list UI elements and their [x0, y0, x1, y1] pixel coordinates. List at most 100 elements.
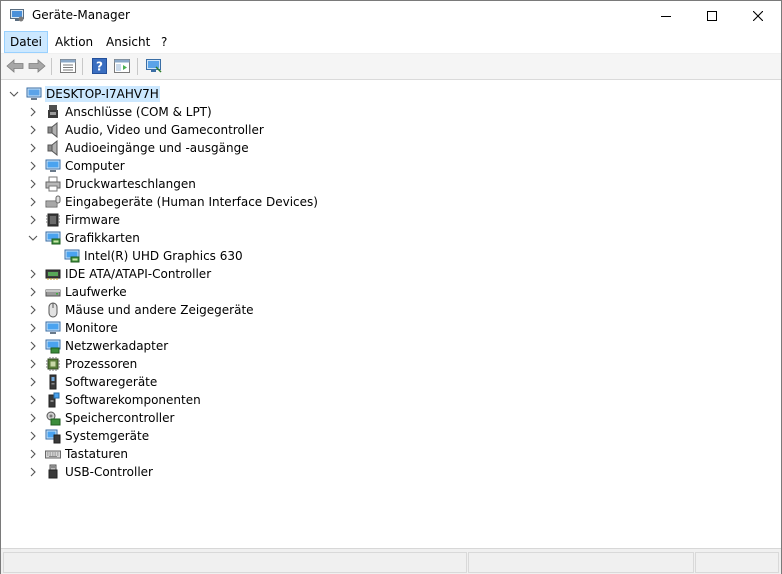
tree-category-node[interactable]: Monitore: [1, 319, 781, 337]
tree-category-node[interactable]: Grafikkarten: [1, 229, 781, 247]
menu-aktion[interactable]: Aktion: [50, 32, 98, 52]
tree-category-node[interactable]: Audioeingänge und -ausgänge: [1, 139, 781, 157]
expand-toggle[interactable]: [28, 467, 38, 477]
properties-button[interactable]: [58, 57, 78, 75]
device-tree[interactable]: DESKTOP-I7AHV7H Anschlüsse (COM & LPT) Aud…: [1, 80, 781, 548]
back-arrow-icon: [6, 59, 24, 73]
computer-icon: [26, 87, 42, 100]
tree-category-node[interactable]: Prozessoren: [1, 355, 781, 373]
expand-toggle[interactable]: [28, 287, 38, 297]
mouse-icon: [48, 302, 58, 318]
status-pane-middle: [468, 552, 694, 573]
node-icon: [45, 410, 61, 426]
tree-category-node[interactable]: Softwaregeräte: [1, 373, 781, 391]
node-label: Systemgeräte: [65, 429, 150, 443]
chevron-right-icon: [30, 269, 36, 279]
node-label: Computer: [65, 159, 125, 173]
collapse-toggle[interactable]: [9, 89, 19, 99]
expand-toggle[interactable]: [28, 395, 38, 405]
menu-ansicht[interactable]: Ansicht: [101, 32, 155, 52]
monitor-icon: [45, 321, 61, 334]
tree-category-node[interactable]: Eingabegeräte (Human Interface Devices): [1, 193, 781, 211]
expand-toggle[interactable]: [28, 107, 38, 117]
node-label: Eingabegeräte (Human Interface Devices): [65, 195, 318, 209]
expand-toggle[interactable]: [28, 449, 38, 459]
node-icon: [45, 266, 61, 282]
node-label: Softwaregeräte: [65, 375, 158, 389]
node-icon: [45, 464, 61, 480]
tree-device-node[interactable]: Intel(R) UHD Graphics 630: [1, 247, 781, 265]
tree-category-node[interactable]: Speichercontroller: [1, 409, 781, 427]
minimize-button[interactable]: [643, 1, 689, 31]
tree-category-node[interactable]: Mäuse und andere Zeigegeräte: [1, 301, 781, 319]
tree-category-node[interactable]: IDE ATA/ATAPI-Controller: [1, 265, 781, 283]
status-pane-right: [695, 552, 779, 573]
node-icon: [45, 374, 61, 390]
node-label: Audio, Video und Gamecontroller: [65, 123, 264, 137]
chevron-right-icon: [30, 431, 36, 441]
network-adapter-icon: [45, 339, 61, 354]
monitor-icon: [45, 159, 61, 172]
expand-toggle[interactable]: [28, 125, 38, 135]
tree-category-node[interactable]: Softwarekomponenten: [1, 391, 781, 409]
properties-icon: [60, 59, 76, 73]
expand-toggle[interactable]: [28, 341, 38, 351]
node-label: Intel(R) UHD Graphics 630: [84, 249, 243, 263]
menu-datei[interactable]: Datei: [4, 31, 49, 53]
display-adapter-icon: [45, 231, 61, 245]
expand-toggle[interactable]: [28, 431, 38, 441]
toolbar-separator: [51, 58, 52, 75]
close-button[interactable]: [735, 1, 781, 31]
tree-root-node[interactable]: DESKTOP-I7AHV7H: [1, 85, 781, 103]
expand-toggle[interactable]: [28, 305, 38, 315]
expand-toggle[interactable]: [28, 179, 38, 189]
expand-toggle[interactable]: [28, 215, 38, 225]
tree-category-node[interactable]: Tastaturen: [1, 445, 781, 463]
back-button[interactable]: [5, 57, 25, 75]
software-device-icon: [49, 374, 57, 390]
tree-category-node[interactable]: Audio, Video und Gamecontroller: [1, 121, 781, 139]
chevron-right-icon: [30, 359, 36, 369]
tree-category-node[interactable]: Netzwerkadapter: [1, 337, 781, 355]
display-adapter-icon: [64, 249, 80, 263]
expand-toggle[interactable]: [28, 269, 38, 279]
node-icon: [45, 302, 61, 318]
node-icon: [26, 86, 42, 102]
expand-toggle[interactable]: [28, 161, 38, 171]
menu-help[interactable]: ?: [156, 32, 172, 52]
node-icon: [45, 104, 61, 120]
chevron-right-icon: [30, 377, 36, 387]
expand-toggle[interactable]: [28, 143, 38, 153]
status-pane-main: [3, 552, 467, 573]
tree-category-node[interactable]: USB-Controller: [1, 463, 781, 481]
console-tree-button[interactable]: [112, 57, 132, 75]
node-label: Laufwerke: [65, 285, 127, 299]
tree-category-node[interactable]: Firmware: [1, 211, 781, 229]
collapse-toggle[interactable]: [28, 233, 38, 243]
device-manager-app-icon: [10, 9, 24, 22]
forward-button[interactable]: [27, 57, 47, 75]
expand-toggle[interactable]: [28, 413, 38, 423]
svg-text:?: ?: [96, 60, 103, 74]
tree-category-node[interactable]: Computer: [1, 157, 781, 175]
tree-category-node[interactable]: Anschlüsse (COM & LPT): [1, 103, 781, 121]
scan-hardware-button[interactable]: [144, 57, 164, 75]
chevron-right-icon: [30, 413, 36, 423]
chevron-right-icon: [30, 287, 36, 297]
expand-toggle[interactable]: [28, 377, 38, 387]
expand-toggle[interactable]: [28, 323, 38, 333]
tree-category-node[interactable]: Systemgeräte: [1, 427, 781, 445]
software-component-icon: [48, 392, 60, 408]
expand-toggle[interactable]: [28, 197, 38, 207]
title-bar[interactable]: Geräte-Manager: [1, 1, 781, 31]
console-tree-icon: [114, 59, 130, 73]
node-label: Audioeingänge und -ausgänge: [65, 141, 249, 155]
chevron-right-icon: [30, 305, 36, 315]
tree-category-node[interactable]: Druckwarteschlangen: [1, 175, 781, 193]
maximize-button[interactable]: [689, 1, 735, 31]
expand-toggle[interactable]: [28, 359, 38, 369]
menu-bar: Datei Aktion Ansicht ?: [1, 31, 781, 54]
tree-category-node[interactable]: Laufwerke: [1, 283, 781, 301]
help-button[interactable]: ?: [89, 57, 109, 75]
window-title: Geräte-Manager: [32, 8, 130, 22]
